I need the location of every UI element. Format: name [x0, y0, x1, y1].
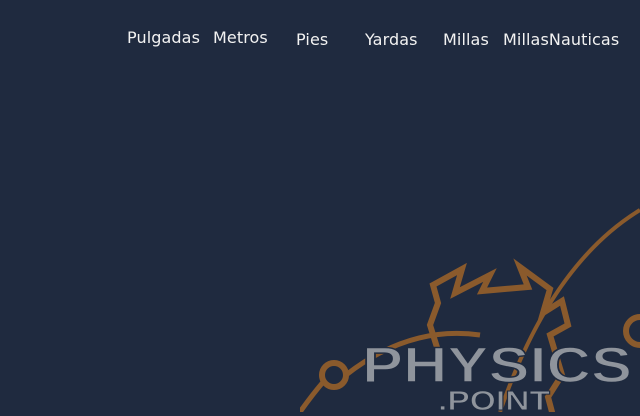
- nav-item-millas[interactable]: Millas: [443, 30, 489, 50]
- nav-item-millasnauticas[interactable]: MillasNauticas: [503, 30, 619, 50]
- atom-node-icon: [319, 360, 349, 390]
- logo-subtitle: .POINT: [438, 385, 550, 412]
- nav-item-yardas[interactable]: Yardas: [365, 30, 418, 50]
- nav-item-metros[interactable]: Metros: [213, 28, 268, 48]
- orbit-arc-icon: [297, 379, 326, 414]
- physics-point-logo: PHYSICS .POINT: [297, 205, 640, 416]
- physics-point-logo-graphic: PHYSICS .POINT: [297, 208, 640, 416]
- unit-navigation: Pulgadas Metros Pies Yardas Millas Milla…: [0, 0, 640, 80]
- nav-item-pulgadas[interactable]: Pulgadas: [127, 28, 200, 48]
- nav-item-pies[interactable]: Pies: [296, 30, 328, 50]
